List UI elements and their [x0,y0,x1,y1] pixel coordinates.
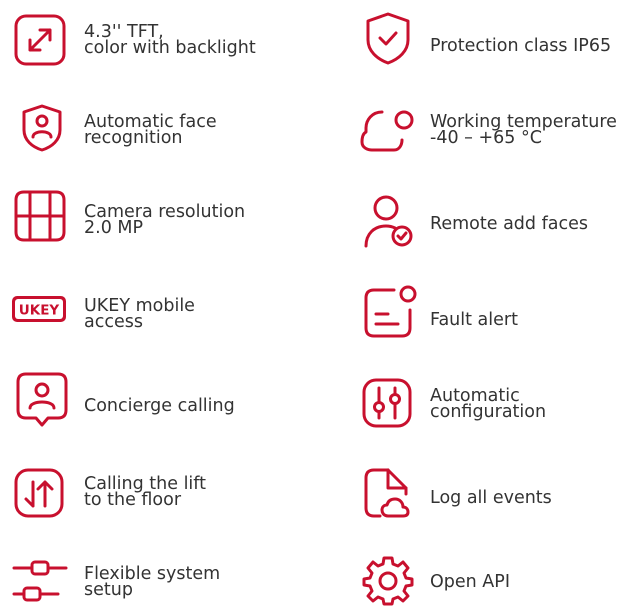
feature-face-recognition: Automatic face recognition [10,100,310,160]
feature-label-line: configuration [430,402,547,422]
ukey-badge-text: UKEY [19,303,60,319]
feature-concierge: Concierge calling [10,370,310,430]
camera-grid-icon [10,188,70,244]
feature-label: Open API [430,572,510,592]
feature-label-line: Remote add faces [430,214,588,234]
feature-label-line: color with backlight [84,38,256,58]
feature-label: Log all events [430,488,552,508]
feature-label: Concierge calling [84,396,235,416]
cloud-temperature-icon [360,106,420,154]
feature-label-line: setup [84,580,133,600]
feature-label: Automatic face recognition [84,113,217,148]
feature-label-line: Open API [430,572,510,592]
user-check-icon [362,194,418,250]
feature-remote-faces: Remote add faces [356,192,636,252]
feature-label-line: access [84,312,143,332]
feature-label: 4.3'' TFT, color with backlight [84,23,256,58]
concierge-icon [16,372,68,428]
feature-display: 4.3'' TFT, color with backlight [10,10,310,70]
gear-icon [362,554,414,606]
face-shield-icon [20,104,64,152]
log-document-icon [362,466,418,522]
feature-open-api: Open API [356,550,636,610]
feature-label-line: 2.0 MP [84,218,144,238]
feature-grid: 4.3'' TFT, color with backlight Automati… [0,0,638,606]
feature-lift: Calling the lift to the floor [10,462,310,522]
feature-label-line: Protection class IP65 [430,36,612,56]
system-setup-icon [10,560,70,606]
feature-ukey: UKEY UKEY mobile access [10,284,310,344]
ukey-badge-icon: UKEY [12,296,68,324]
sliders-icon [362,378,414,430]
feature-label-line: Concierge calling [84,396,235,416]
feature-label: UKEY mobile access [84,297,195,332]
feature-label: Remote add faces [430,214,588,234]
feature-label-line: -40 – +65 °C [430,128,542,148]
feature-label: Protection class IP65 [430,36,612,56]
feature-label: Fault alert [430,310,518,330]
feature-label-line: recognition [84,128,183,148]
feature-temperature: Working temperature -40 – +65 °C [356,100,636,160]
feature-label-line: Fault alert [430,310,518,330]
feature-auto-config: Automatic configuration [356,374,636,434]
feature-label: Automatic configuration [430,387,547,422]
feature-system-setup: Flexible system setup [10,546,310,606]
feature-label-line: to the floor [84,490,182,510]
feature-label: Camera resolution 2.0 MP [84,203,245,238]
feature-label: Flexible system setup [84,565,220,600]
feature-label-line: Log all events [430,488,552,508]
feature-log-events: Log all events [356,462,636,522]
lift-arrows-icon [14,468,66,520]
shield-check-icon [364,12,412,66]
feature-label: Calling the lift to the floor [84,475,206,510]
feature-camera: Camera resolution 2.0 MP [10,188,310,248]
feature-ip65: Protection class IP65 [356,10,636,70]
feature-fault-alert: Fault alert [356,284,636,344]
screen-expand-icon [14,14,70,70]
fault-alert-icon [362,284,420,340]
feature-label: Working temperature -40 – +65 °C [430,113,617,148]
